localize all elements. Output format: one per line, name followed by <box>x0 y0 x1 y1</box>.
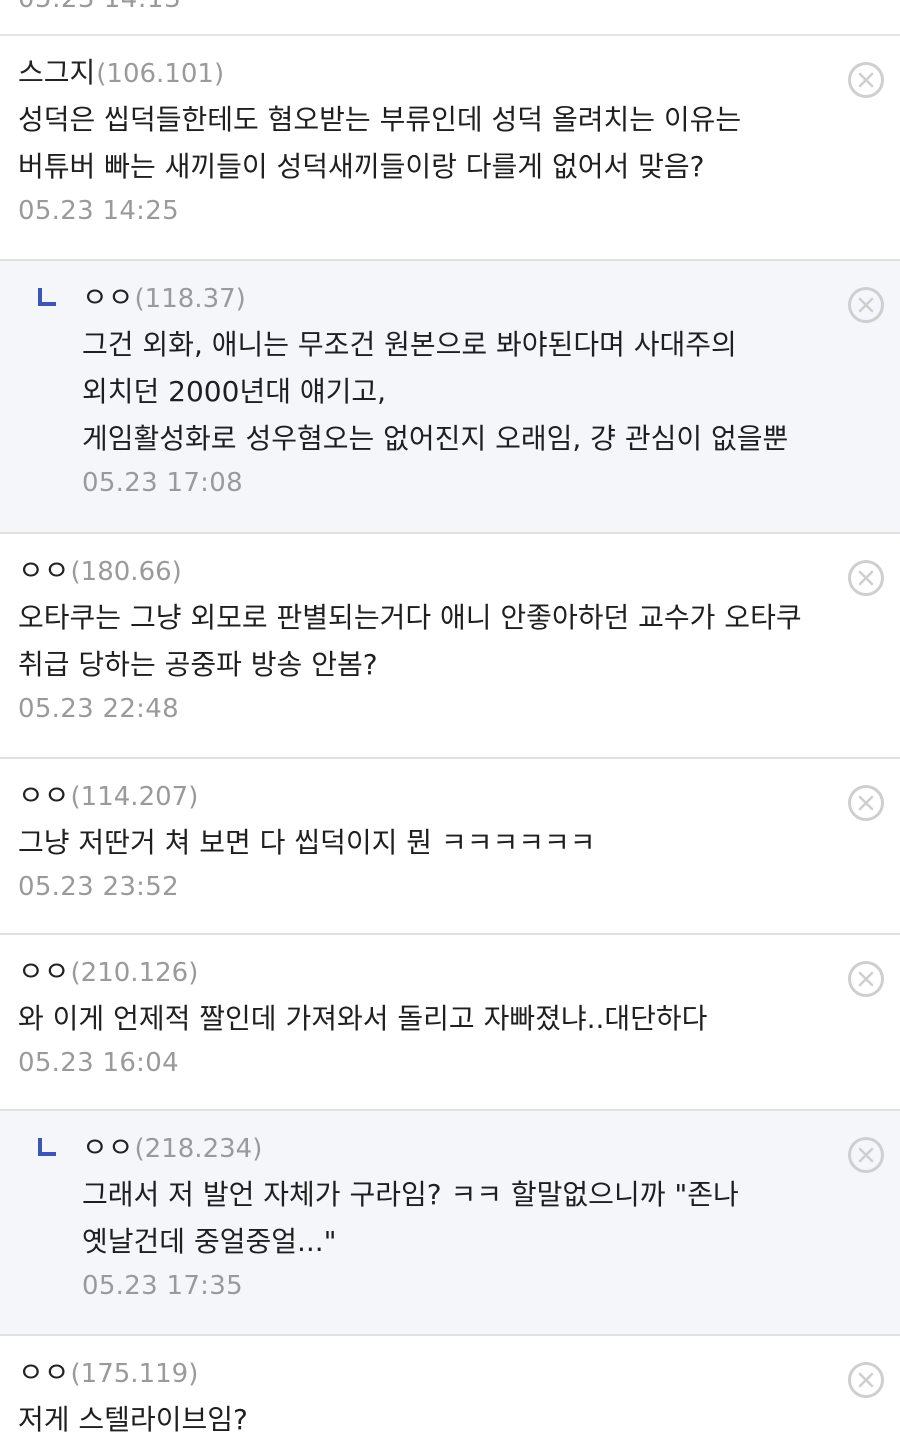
reply-comment-item: ㅇㅇ (118.37) 그건 외화, 애니는 무조건 원본으로 봐야된다며 사대… <box>0 261 900 534</box>
comment-nickname[interactable]: ㅇㅇ <box>82 279 134 317</box>
delete-comment-button[interactable] <box>848 287 884 323</box>
comment-nickname[interactable]: ㅇㅇ <box>18 552 70 590</box>
comment-item: ㅇㅇ (114.207) 그냥 저딴거 쳐 보면 다 씹덕이지 뭔 ㅋㅋㅋㅋㅋㅋ… <box>0 759 900 935</box>
comment-header: ㅇㅇ (210.126) <box>18 953 820 991</box>
comment-item: ㅇㅇ (210.126) 와 이게 언제적 짤인데 가져와서 돌리고 자빠졌냐.… <box>0 935 900 1111</box>
reply-arrow-icon <box>38 1138 56 1156</box>
comment-header: ㅇㅇ (180.66) <box>18 552 820 590</box>
delete-comment-button[interactable] <box>848 62 884 98</box>
comment-nickname[interactable]: ㅇㅇ <box>18 777 70 815</box>
comment-text: 오타쿠는 그냥 외모로 판별되는거다 애니 안좋아하던 교수가 오타쿠 취급 당… <box>18 601 802 681</box>
comment-text: 그냥 저딴거 쳐 보면 다 씹덕이지 뭔 ㅋㅋㅋㅋㅋㅋ <box>18 826 596 859</box>
reply-comment-item: ㅇㅇ (218.234) 그래서 저 발언 자체가 구라임? ㅋㅋ 할말없으니까… <box>0 1111 900 1336</box>
partial-comment-date: 05.23 14:13 <box>0 0 900 36</box>
comment-header: ㅇㅇ (118.37) <box>82 279 820 317</box>
close-circle-icon <box>858 971 874 987</box>
comment-date: 05.23 17:35 <box>82 1271 243 1301</box>
comment-ip: (106.101) <box>96 59 225 89</box>
delete-comment-button[interactable] <box>848 961 884 997</box>
comment-ip: (180.66) <box>70 557 182 587</box>
comment-ip: (210.126) <box>70 958 199 988</box>
comment-nickname[interactable]: ㅇㅇ <box>82 1129 134 1167</box>
comment-text: 와 이게 언제적 짤인데 가져와서 돌리고 자빠졌냐..대단하다 <box>18 1002 708 1035</box>
comment-text: 저게 스텔라이브임? <box>18 1403 248 1436</box>
comment-date: 05.23 17:08 <box>82 468 243 498</box>
comment-date: 05.23 14:25 <box>18 196 179 226</box>
comment-header: ㅇㅇ (114.207) <box>18 777 820 815</box>
comment-ip: (175.119) <box>70 1359 199 1389</box>
comment-list: 05.23 14:13 스그지 (106.101) 성덕은 씹덕들한테도 혐오받… <box>0 0 900 1456</box>
comment-text: 그건 외화, 애니는 무조건 원본으로 봐야된다며 사대주의 외치던 2000년… <box>82 328 789 455</box>
delete-comment-button[interactable] <box>848 560 884 596</box>
delete-comment-button[interactable] <box>848 1137 884 1173</box>
close-circle-icon <box>858 297 874 313</box>
close-circle-icon <box>858 1147 874 1163</box>
close-circle-icon <box>858 1372 874 1388</box>
comment-nickname[interactable]: 스그지 <box>18 54 95 92</box>
comment-text: 그래서 저 발언 자체가 구라임? ㅋㅋ 할말없으니까 "존나 옛날건데 중얼중… <box>82 1178 739 1258</box>
reply-arrow-icon <box>38 288 56 306</box>
comment-date: 05.23 16:04 <box>18 1048 179 1078</box>
delete-comment-button[interactable] <box>848 785 884 821</box>
comment-date: 05.23 22:48 <box>18 694 179 724</box>
comment-header: ㅇㅇ (218.234) <box>82 1129 820 1167</box>
comment-nickname[interactable]: ㅇㅇ <box>18 953 70 991</box>
comment-date: 05.23 23:52 <box>18 872 179 902</box>
comment-header: ㅇㅇ (175.119) <box>18 1354 820 1392</box>
comment-ip: (218.234) <box>134 1134 263 1164</box>
comment-item: ㅇㅇ (180.66) 오타쿠는 그냥 외모로 판별되는거다 애니 안좋아하던 … <box>0 534 900 759</box>
close-circle-icon <box>858 570 874 586</box>
comment-ip: (114.207) <box>70 782 199 812</box>
comment-date: 05.23 14:13 <box>18 0 181 14</box>
comment-text: 성덕은 씹덕들한테도 혐오받는 부류인데 성덕 올려치는 이유는 버튜버 빠는 … <box>18 103 742 183</box>
comment-header: 스그지 (106.101) <box>18 54 820 92</box>
comment-nickname[interactable]: ㅇㅇ <box>18 1354 70 1392</box>
comment-item: ㅇㅇ (175.119) 저게 스텔라이브임? <box>0 1336 900 1456</box>
delete-comment-button[interactable] <box>848 1362 884 1398</box>
close-circle-icon <box>858 72 874 88</box>
comment-ip: (118.37) <box>134 284 246 314</box>
close-circle-icon <box>858 795 874 811</box>
comment-item: 스그지 (106.101) 성덕은 씹덕들한테도 혐오받는 부류인데 성덕 올려… <box>0 36 900 261</box>
